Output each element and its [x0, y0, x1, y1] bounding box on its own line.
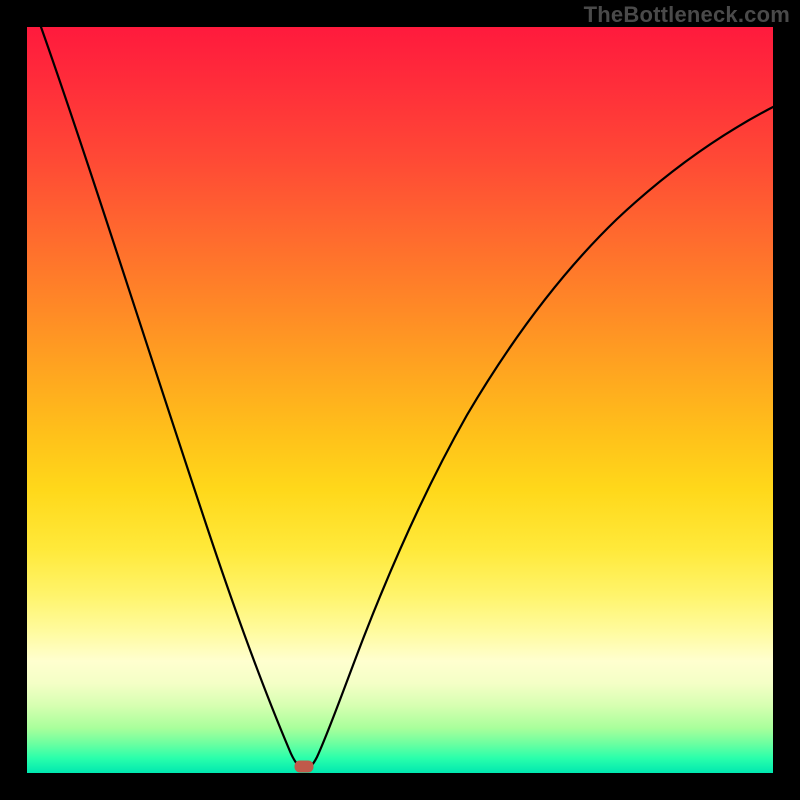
plot-area: [27, 27, 773, 773]
curve-left: [41, 27, 305, 769]
watermark-text: TheBottleneck.com: [584, 2, 790, 28]
optimal-point-marker: [295, 761, 313, 772]
chart-frame: TheBottleneck.com: [0, 0, 800, 800]
curve-right: [305, 107, 773, 769]
bottleneck-curve: [27, 27, 773, 773]
